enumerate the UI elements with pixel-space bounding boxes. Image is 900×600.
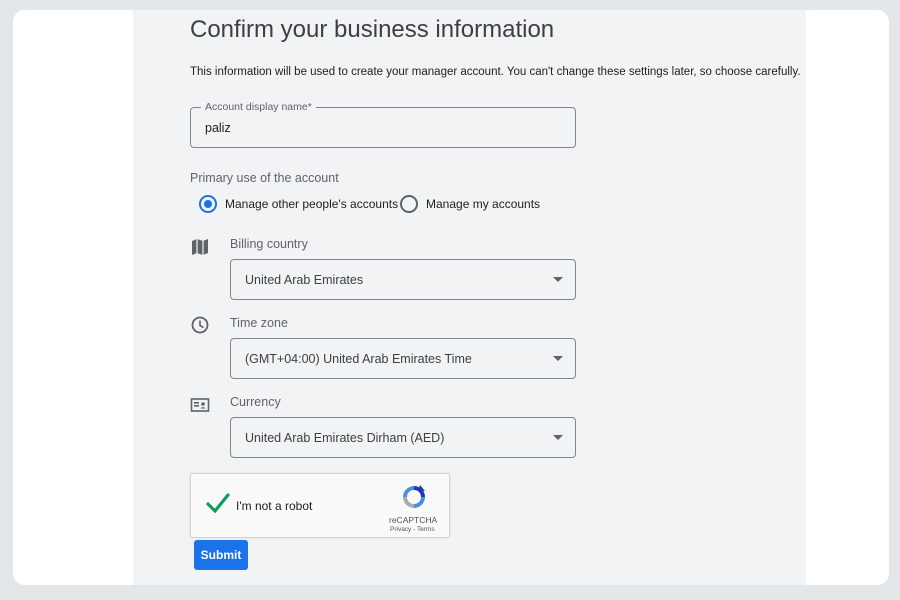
checkmark-icon[interactable] [205, 491, 231, 517]
dropdown-arrow-icon [553, 277, 563, 282]
captcha-label: I'm not a robot [236, 499, 313, 513]
radio-manage-others[interactable]: Manage other people's accounts [199, 195, 398, 213]
primary-use-label: Primary use of the account [190, 171, 339, 185]
account-name-field[interactable]: Account display name* paliz [190, 101, 576, 148]
radio-label: Manage other people's accounts [225, 197, 399, 211]
page-title: Confirm your business information [190, 16, 555, 43]
recaptcha-widget: I'm not a robot reCAPTCHA Privacy - Term… [190, 473, 450, 538]
radio-button-checked[interactable] [199, 195, 217, 213]
radio-label: Manage my accounts [426, 197, 541, 211]
billing-country-select[interactable]: United Arab Emirates [230, 259, 576, 300]
billing-country-label: Billing country [230, 237, 308, 251]
page-description: This information will be used to create … [190, 66, 801, 78]
currency-select[interactable]: United Arab Emirates Dirham (AED) [230, 417, 576, 458]
dropdown-arrow-icon [553, 435, 563, 440]
browser-frame: Confirm your business information This i… [13, 10, 889, 585]
map-icon [190, 237, 210, 257]
submit-button[interactable]: Submit [194, 540, 248, 570]
recaptcha-logo-icon [400, 483, 428, 511]
clock-icon [190, 315, 210, 335]
recaptcha-brand: reCAPTCHA [389, 515, 438, 525]
currency-value: United Arab Emirates Dirham (AED) [245, 431, 445, 445]
currency-card-icon [190, 395, 210, 415]
dropdown-arrow-icon [553, 356, 563, 361]
radio-manage-mine[interactable]: Manage my accounts [400, 195, 540, 213]
account-name-input[interactable]: paliz [205, 121, 231, 135]
time-zone-label: Time zone [230, 316, 288, 330]
time-zone-select[interactable]: (GMT+04:00) United Arab Emirates Time [230, 338, 576, 379]
radio-button-unchecked[interactable] [400, 195, 418, 213]
recaptcha-links[interactable]: Privacy - Terms [390, 526, 435, 533]
currency-label: Currency [230, 395, 281, 409]
billing-country-value: United Arab Emirates [245, 273, 364, 287]
time-zone-value: (GMT+04:00) United Arab Emirates Time [245, 352, 472, 366]
account-name-label: Account display name* [201, 101, 316, 113]
form-panel: Confirm your business information This i… [133, 10, 806, 585]
